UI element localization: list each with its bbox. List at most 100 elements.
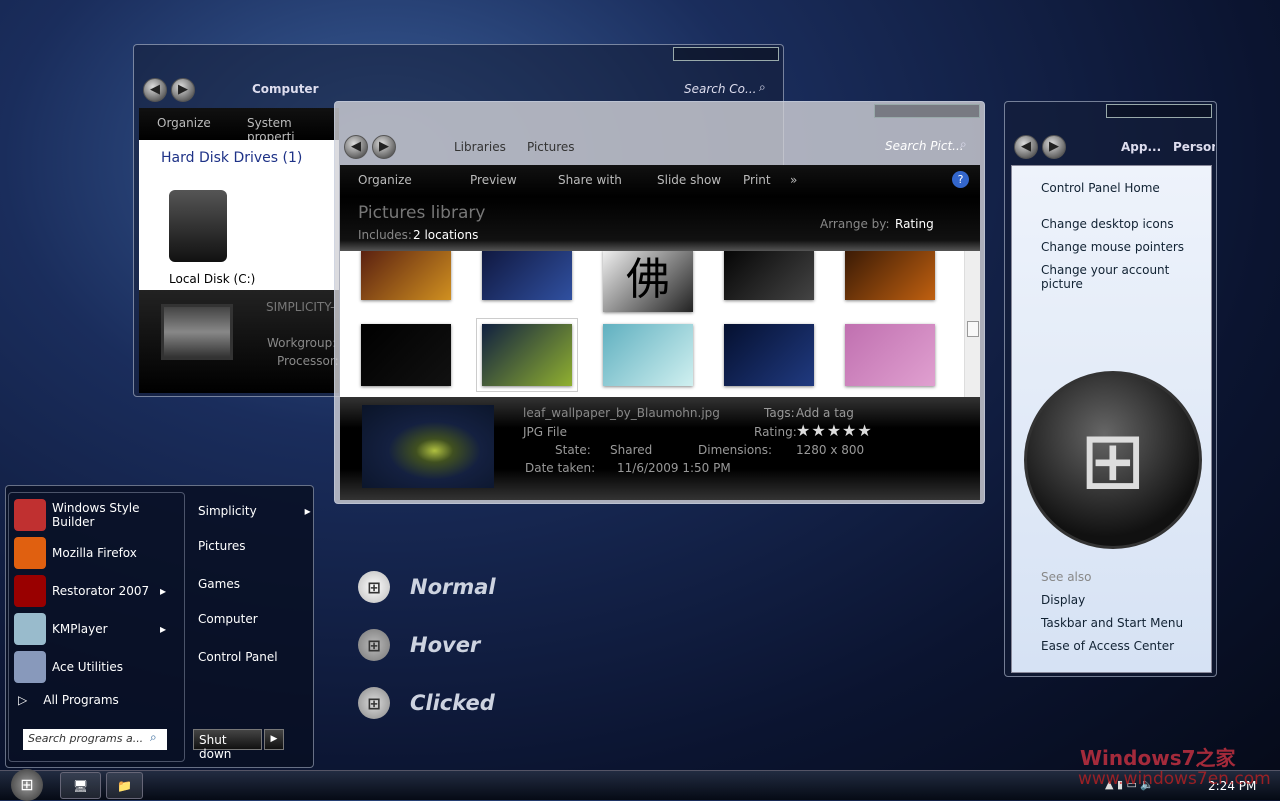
share-with-button[interactable]: Share with (558, 173, 622, 187)
print-button[interactable]: Print (743, 173, 771, 187)
display-link[interactable]: Display (1041, 593, 1085, 607)
rating-stars[interactable]: ★★★★★ (796, 421, 873, 440)
taskbar-control-panel-button[interactable]: 🖥 (60, 772, 101, 799)
program-icon (14, 537, 46, 569)
monitor-icon (161, 304, 233, 360)
breadcrumb[interactable]: Computer (252, 82, 318, 96)
back-button[interactable]: ◀ (143, 78, 167, 102)
thumbnail[interactable] (361, 251, 451, 300)
program-icon (14, 613, 46, 645)
start-program-item[interactable]: Mozilla Firefox (14, 536, 160, 570)
ease-of-access-link[interactable]: Ease of Access Center (1041, 639, 1174, 653)
arrow-right-icon: ▷ (18, 693, 28, 707)
window-controls[interactable] (1106, 104, 1212, 118)
help-icon[interactable]: ? (952, 171, 969, 188)
processor-label: Processor: (277, 354, 339, 368)
hover-label: Hover (410, 633, 481, 657)
thumbnail[interactable] (845, 251, 935, 300)
start-right-item[interactable]: Computer (198, 612, 258, 626)
start-right-item[interactable]: Control Panel (198, 650, 278, 664)
start-button[interactable]: ⊞ (11, 769, 43, 801)
scrollbar[interactable] (964, 251, 980, 397)
organize-button[interactable]: Organize (157, 116, 211, 130)
program-label: Restorator 2007 (52, 584, 150, 598)
search-icon[interactable]: ⌕ (759, 80, 766, 95)
search-programs-input[interactable]: Search programs a... (23, 729, 167, 750)
change-desktop-icons-link[interactable]: Change desktop icons (1041, 217, 1174, 231)
more-button[interactable]: » (790, 173, 797, 187)
workgroup-label: Workgroup: (267, 336, 337, 350)
start-right-item[interactable]: Simplicity ▸ (198, 504, 311, 518)
normal-label: Normal (410, 575, 496, 599)
back-button[interactable]: ◀ (1014, 135, 1038, 159)
taskbar-explorer-button[interactable]: 📁 (106, 772, 143, 799)
start-program-item[interactable]: KMPlayer ▸ (14, 612, 166, 646)
control-panel-home-link[interactable]: Control Panel Home (1041, 181, 1160, 195)
group-header[interactable]: Hard Disk Drives (1) (161, 150, 302, 166)
shutdown-button[interactable]: Shut down (193, 729, 262, 761)
thumbnail[interactable] (603, 324, 693, 386)
start-program-item[interactable]: Ace Utilities (14, 650, 160, 684)
forward-button[interactable]: ▶ (372, 135, 396, 159)
submenu-arrow-icon: ▸ (304, 504, 311, 518)
state-label: State: (555, 443, 591, 457)
breadcrumb-pictures[interactable]: Pictures (527, 140, 575, 154)
drive-label[interactable]: Local Disk (C:) (169, 272, 255, 286)
toolbar: Organize Preview Share with Slide show P… (340, 165, 980, 197)
tags-value[interactable]: Add a tag (796, 406, 854, 420)
dimensions-value: 1280 x 800 (796, 443, 865, 457)
program-icon (14, 575, 46, 607)
thumbnail[interactable] (724, 251, 814, 300)
program-label: Ace Utilities (52, 660, 123, 674)
thumbnail[interactable] (482, 251, 572, 300)
change-mouse-pointers-link[interactable]: Change mouse pointers (1041, 240, 1184, 254)
thumbnail-grid: 佛 (340, 251, 980, 397)
includes-link[interactable]: 2 locations (413, 228, 478, 242)
start-right-item[interactable]: Pictures (198, 539, 246, 553)
windows-orb-icon: ⊞ (358, 571, 390, 603)
search-icon[interactable]: ⌕ (150, 730, 157, 745)
thumbnail[interactable] (724, 324, 814, 386)
window-controls[interactable] (874, 104, 980, 118)
thumbnail[interactable] (845, 324, 935, 386)
clicked-state-demo: ⊞ Clicked (358, 687, 495, 719)
all-programs-label: All Programs (43, 693, 119, 707)
back-button[interactable]: ◀ (344, 135, 368, 159)
search-icon[interactable]: ⌕ (960, 137, 967, 152)
search-box[interactable]: Search Pict... (885, 139, 964, 153)
windows-orb-icon: ⊞ (358, 687, 390, 719)
taskbar-start-menu-link[interactable]: Taskbar and Start Menu (1041, 616, 1183, 630)
thumbnail[interactable] (476, 318, 578, 392)
start-program-item[interactable]: Restorator 2007 ▸ (14, 574, 166, 608)
forward-button[interactable]: ▶ (171, 78, 195, 102)
all-programs[interactable]: ▷ All Programs (18, 683, 119, 717)
slide-show-button[interactable]: Slide show (657, 173, 721, 187)
date-value[interactable]: 11/6/2009 1:50 PM (617, 461, 731, 475)
tags-label: Tags: (764, 406, 795, 420)
start-program-item[interactable]: Windows Style Builder (14, 498, 160, 532)
breadcrumb-libraries[interactable]: Libraries (454, 140, 506, 154)
start-right-item[interactable]: Games (198, 577, 240, 591)
submenu-arrow-icon: ▸ (160, 584, 167, 598)
thumbnail[interactable] (361, 324, 451, 386)
shutdown-options-button[interactable]: ▶ (264, 729, 284, 750)
change-account-picture-link[interactable]: Change your account picture (1041, 263, 1211, 291)
start-menu: ▷ All Programs Search programs a... ⌕ Shu… (5, 485, 314, 768)
thumbnail[interactable]: 佛 (603, 251, 693, 312)
preview-button[interactable]: Preview (470, 173, 517, 187)
file-name[interactable]: leaf_wallpaper_by_Blaumohn.jpg (523, 406, 720, 420)
organize-button[interactable]: Organize (358, 173, 412, 187)
breadcrumb-appearance[interactable]: App... (1121, 140, 1161, 154)
arrange-dropdown[interactable]: Rating (895, 217, 934, 231)
dimensions-label: Dimensions: (698, 443, 773, 457)
program-label: KMPlayer (52, 622, 108, 636)
window-controls[interactable] (673, 47, 779, 61)
breadcrumb-personalization[interactable]: Person (1173, 140, 1215, 154)
program-label: Windows Style Builder (52, 501, 140, 529)
library-title: Pictures library (358, 203, 486, 223)
rating-label: Rating: (754, 425, 797, 439)
forward-button[interactable]: ▶ (1042, 135, 1066, 159)
hard-disk-icon[interactable] (169, 190, 227, 262)
watermark-url: www.windows7en.com (1078, 769, 1271, 789)
search-box[interactable]: Search Co... (684, 82, 756, 96)
